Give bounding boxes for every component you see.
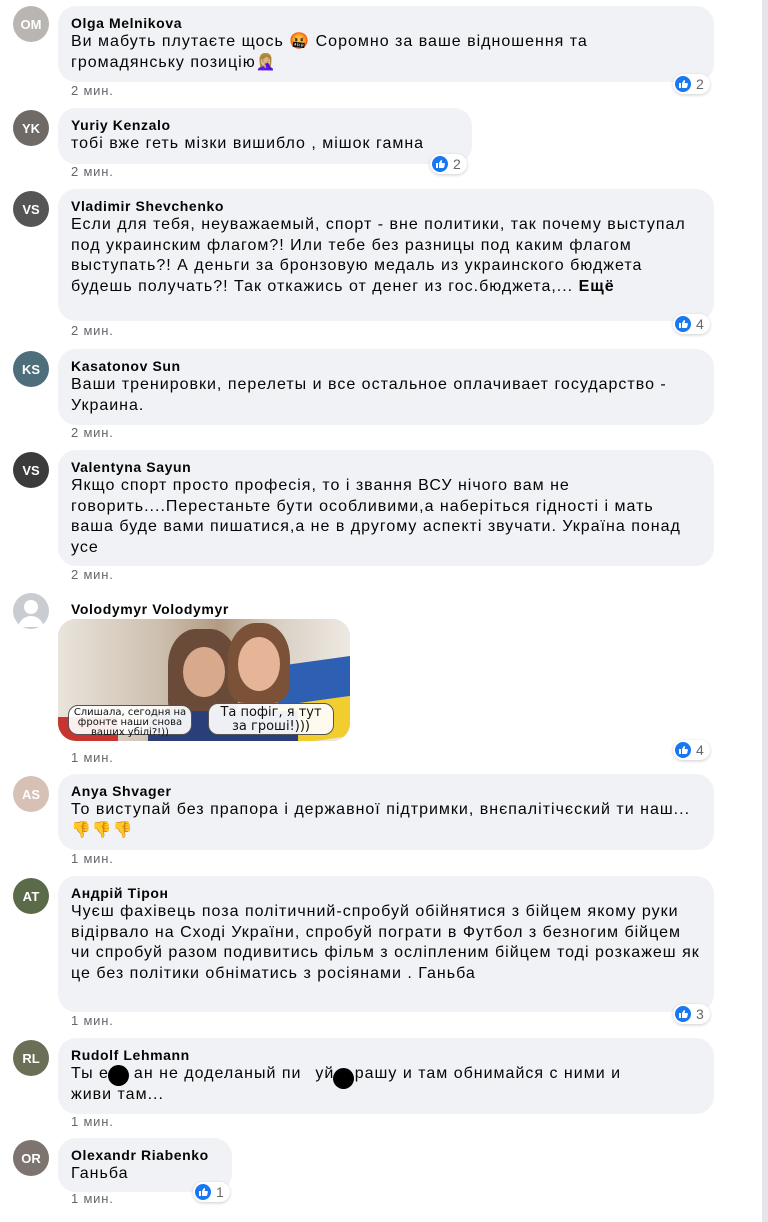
reaction-count[interactable]: 2 bbox=[673, 74, 710, 94]
comment: AS Anya Shvager То виступай без прапора … bbox=[0, 774, 760, 868]
comment-author[interactable]: Olga Melnikova bbox=[71, 14, 701, 32]
comment-bubble: Андрій Тірон Чуєш фахівець поза політичн… bbox=[58, 876, 714, 1012]
avatar[interactable]: YK bbox=[13, 110, 49, 146]
avatar[interactable]: VS bbox=[13, 191, 49, 227]
avatar-initials: VS bbox=[22, 462, 40, 478]
comment-timestamp[interactable]: 1 мин. bbox=[71, 1013, 114, 1028]
comment-timestamp[interactable]: 2 мин. bbox=[71, 425, 114, 440]
comment: VS Vladimir Shevchenko Если для тебя, не… bbox=[0, 189, 760, 341]
comment-text: То виступай без прапора і державної підт… bbox=[71, 801, 696, 839]
redaction-dot bbox=[108, 1065, 129, 1086]
avatar[interactable]: KS bbox=[13, 351, 49, 387]
comment-timestamp[interactable]: 1 мин. bbox=[71, 1114, 114, 1129]
comment-text: Ви мабуть плутаєте щось 🤬 Соромно за ваш… bbox=[71, 33, 594, 71]
reaction-count[interactable]: 4 bbox=[673, 314, 710, 334]
comment-bubble: Yuriy Kenzalo тобі вже геть мізки вишибл… bbox=[58, 108, 472, 164]
comment: KS Kasatonov Sun Ваши тренировки, переле… bbox=[0, 349, 760, 444]
comment-author[interactable]: Vladimir Shevchenko bbox=[71, 197, 701, 215]
comment-author[interactable]: Андрій Тірон bbox=[71, 884, 701, 902]
avatar[interactable]: OR bbox=[13, 1140, 49, 1176]
avatar-initials: VS bbox=[22, 201, 40, 217]
see-more-link[interactable]: Ещё bbox=[579, 278, 615, 295]
comment-text: Ганьба bbox=[71, 1165, 129, 1182]
reaction-count[interactable]: 4 bbox=[673, 740, 710, 760]
comment-author[interactable]: Olexandr Riabenko bbox=[71, 1146, 219, 1164]
like-icon bbox=[675, 1006, 691, 1022]
scroll-edge bbox=[762, 0, 768, 1222]
like-count: 2 bbox=[696, 76, 704, 92]
like-count: 4 bbox=[696, 742, 704, 758]
meme-image[interactable]: Слишала, сегодня на фронте наши снова ва… bbox=[58, 619, 350, 741]
comment-bubble: Vladimir Shevchenko Если для тебя, неува… bbox=[58, 189, 714, 321]
comment-timestamp[interactable]: 2 мин. bbox=[71, 323, 114, 338]
comment-timestamp[interactable]: 2 мин. bbox=[71, 164, 114, 179]
comment-timestamp[interactable]: 2 мин. bbox=[71, 83, 114, 98]
comment-text: Чуєш фахівець поза політичний-спробуй об… bbox=[71, 903, 706, 982]
comment: RL Rudolf Lehmann Ты е ан не доделаный пи… bbox=[0, 1038, 760, 1132]
meme-caption-right: Та пофіг, я тут за гроші!))) bbox=[208, 703, 334, 735]
comment-timestamp[interactable]: 1 мин. bbox=[71, 1191, 114, 1206]
like-count: 2 bbox=[453, 156, 461, 172]
avatar-initials: AS bbox=[21, 786, 41, 802]
comment-author[interactable]: Volodymyr Volodymyr bbox=[71, 600, 229, 618]
comment-timestamp[interactable]: 1 мин. bbox=[71, 851, 114, 866]
comment-bubble: Valentyna Sayun Якщо спорт просто профес… bbox=[58, 450, 714, 566]
comment-text-part-1: Ты е bbox=[71, 1065, 109, 1082]
meme-figure-right-face bbox=[238, 637, 280, 691]
comment: OR Olexandr Riabenko Ганьба 1 1 мин. bbox=[0, 1138, 760, 1214]
comment: Volodymyr Volodymyr Слишала, сегодня на … bbox=[0, 593, 760, 769]
avatar-initials: YK bbox=[21, 120, 41, 136]
comment-text: Ваши тренировки, перелеты и все остально… bbox=[71, 376, 673, 414]
default-avatar-icon bbox=[18, 600, 44, 627]
like-icon bbox=[432, 156, 448, 172]
comment-author[interactable]: Rudolf Lehmann bbox=[71, 1046, 701, 1064]
avatar[interactable]: АТ bbox=[13, 878, 49, 914]
avatar-initials: KS bbox=[21, 361, 41, 377]
comment-author[interactable]: Yuriy Kenzalo bbox=[71, 116, 459, 134]
comment-bubble: Rudolf Lehmann Ты е ан не доделаный пи уй … bbox=[58, 1038, 714, 1114]
comment: YK Yuriy Kenzalo тобі вже геть мізки виш… bbox=[0, 108, 760, 180]
comment-bubble: Olga Melnikova Ви мабуть плутаєте щось 🤬… bbox=[58, 6, 714, 82]
reaction-count[interactable]: 3 bbox=[673, 1004, 710, 1024]
like-count: 4 bbox=[696, 316, 704, 332]
avatar-initials: RL bbox=[22, 1050, 40, 1066]
like-icon bbox=[675, 316, 691, 332]
redaction-dot bbox=[333, 1068, 354, 1089]
like-count: 1 bbox=[216, 1184, 224, 1200]
comment-text-part-3: уй в рашу и там обнимайся с ними и bbox=[315, 1065, 622, 1082]
avatar-initials: OR bbox=[21, 1150, 41, 1166]
comment-author[interactable]: Anya Shvager bbox=[71, 782, 701, 800]
avatar[interactable] bbox=[13, 593, 49, 629]
avatar-initials: OM bbox=[20, 16, 42, 32]
comment-text: Ты е ан не доделаный пи уй в рашу и там об… bbox=[71, 1064, 701, 1105]
comment: VS Valentyna Sayun Якщо спорт просто про… bbox=[0, 450, 760, 584]
comment-text: Якщо спорт просто професія, то і звання … bbox=[71, 477, 687, 556]
comment-text-part-2: ан не доделаный пи bbox=[133, 1065, 302, 1082]
like-icon bbox=[675, 742, 691, 758]
avatar[interactable]: RL bbox=[13, 1040, 49, 1076]
comment-timestamp[interactable]: 2 мин. bbox=[71, 567, 114, 582]
avatar-initials: АТ bbox=[22, 888, 40, 904]
comment-timestamp[interactable]: 1 мин. bbox=[71, 750, 114, 765]
comment: АТ Андрій Тірон Чуєш фахівець поза політ… bbox=[0, 876, 760, 1032]
comment-bubble: Anya Shvager То виступай без прапора і д… bbox=[58, 774, 714, 850]
comment-text: тобі вже геть мізки вишибло , мішок гамн… bbox=[71, 135, 425, 152]
comment: OM Olga Melnikova Ви мабуть плутаєте щос… bbox=[0, 6, 760, 101]
comment-author[interactable]: Valentyna Sayun bbox=[71, 458, 701, 476]
meme-figure-left-face bbox=[183, 647, 225, 697]
comment-text: Если для тебя, неуважаемый, спорт - вне … bbox=[71, 215, 701, 297]
like-icon bbox=[195, 1184, 211, 1200]
reaction-count[interactable]: 1 bbox=[193, 1182, 230, 1202]
reaction-count[interactable]: 2 bbox=[430, 154, 467, 174]
comment-bubble: Kasatonov Sun Ваши тренировки, перелеты … bbox=[58, 349, 714, 425]
like-count: 3 bbox=[696, 1006, 704, 1022]
comment-text-line-2: живи там... bbox=[71, 1085, 164, 1103]
comment-author[interactable]: Kasatonov Sun bbox=[71, 357, 701, 375]
meme-caption-left: Слишала, сегодня на фронте наши снова ва… bbox=[68, 705, 192, 738]
avatar[interactable]: AS bbox=[13, 776, 49, 812]
avatar[interactable]: OM bbox=[13, 6, 49, 42]
avatar[interactable]: VS bbox=[13, 452, 49, 488]
like-icon bbox=[675, 76, 691, 92]
